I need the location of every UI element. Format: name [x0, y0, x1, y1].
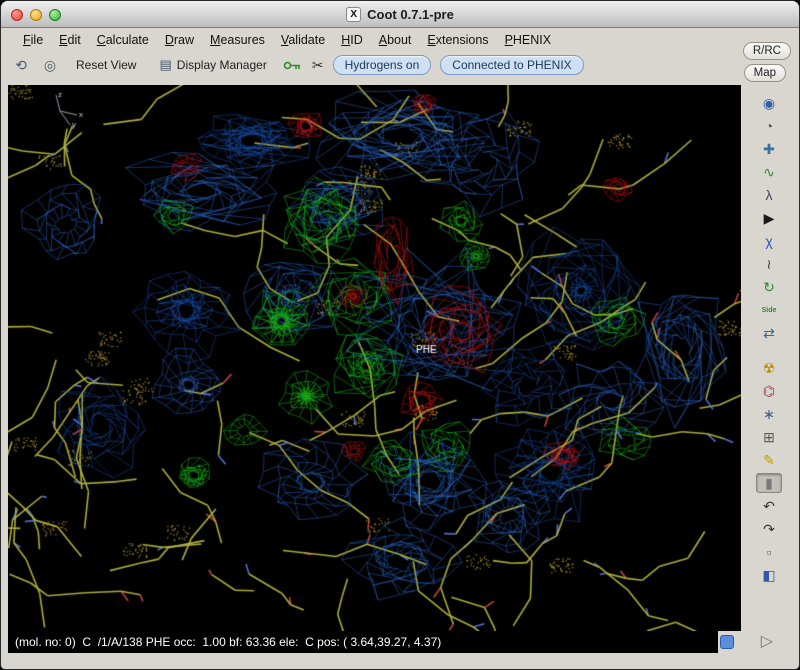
scissors-icon[interactable]: ✂ [312, 57, 324, 74]
x11-icon: X [346, 7, 361, 22]
window-controls [11, 9, 61, 21]
viewport-canvas[interactable] [8, 85, 741, 631]
phenix-connection-button[interactable]: Connected to PHENIX [440, 55, 583, 75]
record-view-icon[interactable]: ◎ [40, 55, 60, 75]
molecular-viewport [8, 85, 741, 631]
display-manager-label: Display Manager [177, 58, 267, 72]
radiation-icon[interactable]: ☢ [756, 358, 782, 378]
close-button[interactable] [11, 9, 23, 21]
menu-file[interactable]: File [15, 30, 51, 50]
pencil-icon[interactable]: ✎ [756, 450, 782, 470]
small-box-icon[interactable]: ▫ [756, 542, 782, 562]
zoom-button[interactable] [49, 9, 61, 21]
resize-handle-icon[interactable]: ▷ [761, 631, 773, 651]
auto-fit-rotamer-icon[interactable]: λ [756, 185, 782, 205]
rrc-button[interactable]: R/RC [743, 42, 791, 60]
undo-icon[interactable]: ↶ [756, 496, 782, 516]
flip-peptide-icon[interactable]: ↻ [756, 277, 782, 297]
key-icon[interactable] [283, 59, 303, 72]
menu-draw[interactable]: Draw [157, 30, 202, 50]
display-manager-icon: ▤ [159, 57, 171, 73]
add-terminal-residue-icon[interactable]: ∗ [756, 404, 782, 424]
menu-extensions[interactable]: Extensions [419, 30, 496, 50]
main-toolbar: ⟲ ◎ Reset View ▤ Display Manager ✂ Hydro… [1, 51, 741, 79]
menu-phenix[interactable]: PHENIX [497, 30, 560, 50]
mutate-icon[interactable]: ⇄ [756, 323, 782, 343]
hydrogens-toggle-button[interactable]: Hydrogens on [333, 55, 432, 75]
rotate-translate-icon[interactable]: ∿ [756, 162, 782, 182]
menu-measures[interactable]: Measures [202, 30, 273, 50]
edit-chi-angles-icon[interactable]: χ [756, 231, 782, 251]
menu-about[interactable]: About [371, 30, 420, 50]
status-bar: (mol. no: 0) C /1/A/138 PHE occ: 1.00 bf… [8, 631, 718, 653]
sidechain-180-flip-icon[interactable]: Side [756, 300, 782, 320]
window-title: Coot 0.7.1-pre [367, 7, 454, 22]
map-button[interactable]: Map [744, 64, 786, 82]
torsion-general-icon[interactable]: ≀ [756, 254, 782, 274]
menu-hid[interactable]: HID [333, 30, 371, 50]
coot-window: X Coot 0.7.1-pre FileEditCalculateDrawMe… [0, 0, 800, 670]
minimize-button[interactable] [30, 9, 42, 21]
display-control-icon[interactable]: ◧ [756, 565, 782, 585]
right-toolbar: ◉ ◔ ✚ ∿ λ ▶ χ ≀ ↻ Side ⇄ ☢ ⌬ ∗ ⊞ ✎ ▮ ↶ ↷ ▫ ◧ [751, 93, 787, 585]
rigid-body-fit-icon[interactable]: ✚ [756, 139, 782, 159]
status-scroll-chip[interactable] [720, 635, 734, 649]
reset-view-button[interactable]: Reset View [69, 55, 143, 75]
delete-item-icon[interactable]: ▮ [756, 473, 782, 493]
add-atom-icon[interactable]: ⊞ [756, 427, 782, 447]
menu-bar: FileEditCalculateDrawMeasuresValidateHID… [1, 28, 741, 51]
refresh-view-icon[interactable]: ⟲ [11, 55, 31, 75]
window-title-box: X Coot 0.7.1-pre [346, 7, 454, 22]
menu-edit[interactable]: Edit [51, 30, 89, 50]
sphere-refine-icon[interactable]: ◉ [756, 93, 782, 113]
menu-validate[interactable]: Validate [273, 30, 333, 50]
menu-calculate[interactable]: Calculate [89, 30, 157, 50]
title-bar[interactable]: X Coot 0.7.1-pre [1, 1, 799, 28]
ligand-icon[interactable]: ⌬ [756, 381, 782, 401]
redo-icon[interactable]: ↷ [756, 519, 782, 539]
regularize-icon[interactable]: ◔ [756, 116, 782, 136]
display-manager-button[interactable]: ▤ Display Manager [152, 54, 273, 76]
rotamers-icon[interactable]: ▶ [756, 208, 782, 228]
